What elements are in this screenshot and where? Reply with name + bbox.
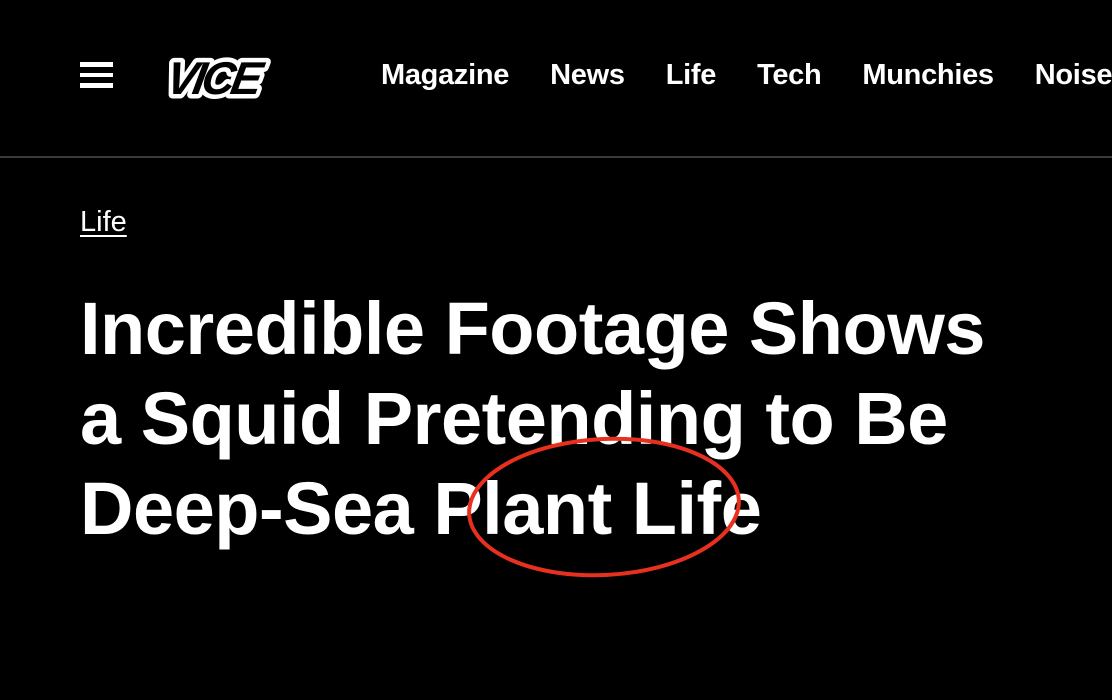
nav-item-noisey[interactable]: Noisey — [1035, 56, 1112, 94]
top-navigation-bar: VICE VICE Magazine News Life Tech Munchi… — [0, 0, 1112, 158]
nav-item-news[interactable]: News — [550, 56, 625, 94]
nav-item-life[interactable]: Life — [666, 56, 717, 94]
nav-item-munchies[interactable]: Munchies — [862, 56, 994, 94]
headline-line-1: Incredible Footage Shows — [80, 287, 985, 370]
headline-line-2: a Squid Pretending to Be — [80, 377, 948, 460]
nav-item-magazine[interactable]: Magazine — [381, 56, 509, 94]
nav-item-tech[interactable]: Tech — [757, 56, 822, 94]
main-nav: Magazine News Life Tech Munchies Noisey — [381, 56, 1112, 94]
hamburger-menu-icon[interactable] — [80, 62, 113, 88]
article-headline: Incredible Footage Shows a Squid Pretend… — [80, 284, 1112, 554]
headline-line-3: Deep-Sea Plant Life — [80, 467, 762, 550]
section-link-life[interactable]: Life — [80, 204, 127, 240]
vice-logo[interactable]: VICE VICE — [156, 50, 314, 104]
logo-text: VICE — [162, 52, 269, 104]
